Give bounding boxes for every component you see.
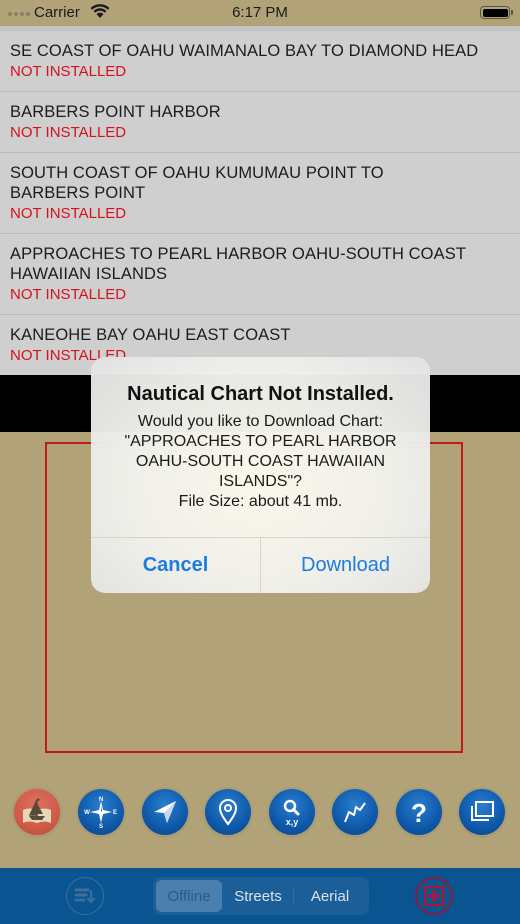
pin-button[interactable] xyxy=(205,789,251,835)
chart-status: NOT INSTALLED xyxy=(10,286,127,303)
svg-text:S: S xyxy=(99,824,103,829)
cancel-button[interactable]: Cancel xyxy=(91,538,261,593)
help-icon: ? xyxy=(411,798,427,828)
list-download-button[interactable] xyxy=(66,877,104,915)
chart-title: SE COAST OF OAHU WAIMANALO BAY TO DIAMON… xyxy=(10,42,479,60)
segment-streets[interactable]: Streets xyxy=(222,880,294,912)
compass-icon: N S W E xyxy=(84,797,117,829)
svg-text:?: ? xyxy=(411,798,427,828)
alert-title: Nautical Chart Not Installed. xyxy=(127,383,394,405)
chart-status: NOT INSTALLED xyxy=(10,63,127,80)
alert-buttons: Cancel Download xyxy=(91,537,430,593)
sailboat-book-icon xyxy=(23,798,51,823)
route-icon xyxy=(344,802,366,823)
list-download-icon xyxy=(74,888,96,904)
alert-message-line: "APPROACHES TO PEARL HARBOR xyxy=(124,433,397,450)
chart-list-item[interactable]: SOUTH COAST OF OAHU KUMUMAU POINT TO BAR… xyxy=(0,153,520,234)
svg-text:W: W xyxy=(84,810,90,816)
map-pin-icon xyxy=(218,799,238,826)
chart-list-item[interactable]: APPROACHES TO PEARL HARBOR OAHU-SOUTH CO… xyxy=(0,234,520,315)
status-bar: Carrier 6:17 PM xyxy=(0,0,520,26)
coordinates-search-button[interactable]: x,y xyxy=(269,789,315,835)
chart-title: KANEOHE BAY OAHU EAST COAST xyxy=(10,326,291,344)
alert-message-line: Would you like to Download Chart: xyxy=(137,413,384,430)
chart-bounds-button[interactable] xyxy=(415,877,453,915)
search-xy-icon: x,y xyxy=(283,799,300,827)
alert-message-line: OAHU-SOUTH COAST HAWAIIAN xyxy=(135,453,386,470)
chart-list-item[interactable]: BARBERS POINT HARBOR NOT INSTALLED xyxy=(0,92,520,153)
chart-status: NOT INSTALLED xyxy=(10,205,127,222)
segment-aerial[interactable]: Aerial xyxy=(294,880,366,912)
download-chart-alert: Nautical Chart Not Installed. Would you … xyxy=(91,357,430,593)
chart-title: BARBERS POINT HARBOR xyxy=(10,103,221,121)
compass-button[interactable]: N S W E xyxy=(78,789,124,835)
help-button[interactable]: ? xyxy=(396,789,442,835)
svg-text:E: E xyxy=(113,810,117,816)
chart-list-item[interactable]: SE COAST OF OAHU WAIMANALO BAY TO DIAMON… xyxy=(0,31,520,92)
battery-icon xyxy=(480,6,513,19)
segment-offline[interactable]: Offline xyxy=(156,880,222,912)
download-button[interactable]: Download xyxy=(261,538,430,593)
map-type-segmented-control: Offline Streets Aerial xyxy=(153,877,369,915)
svg-text:N: N xyxy=(99,797,103,803)
svg-text:x,y: x,y xyxy=(286,817,299,827)
layers-button[interactable] xyxy=(459,789,505,835)
alert-message-line: ISLANDS"? xyxy=(218,473,303,490)
route-button[interactable] xyxy=(332,789,378,835)
navigate-button[interactable] xyxy=(142,789,188,835)
chart-title: SOUTH COAST OF OAHU KUMUMAU POINT TO BAR… xyxy=(10,164,384,202)
chart-status: NOT INSTALLED xyxy=(10,124,127,141)
location-arrow-icon xyxy=(154,801,176,823)
bottom-bar: Offline Streets Aerial xyxy=(0,868,520,924)
map-toolbar: N S W E x,y ? xyxy=(0,780,520,843)
alert-message: Would you like to Download Chart: "APPRO… xyxy=(101,412,420,512)
layers-icon xyxy=(471,801,494,821)
clock: 6:17 PM xyxy=(232,4,288,21)
alert-file-size: File Size: about 41 mb. xyxy=(178,493,343,510)
chart-bounds-icon xyxy=(423,885,445,907)
chart-title: APPROACHES TO PEARL HARBOR OAHU-SOUTH CO… xyxy=(10,245,466,283)
charts-button[interactable] xyxy=(14,789,60,835)
chart-list[interactable]: SE COAST OF OAHU WAIMANALO BAY TO DIAMON… xyxy=(0,26,520,375)
